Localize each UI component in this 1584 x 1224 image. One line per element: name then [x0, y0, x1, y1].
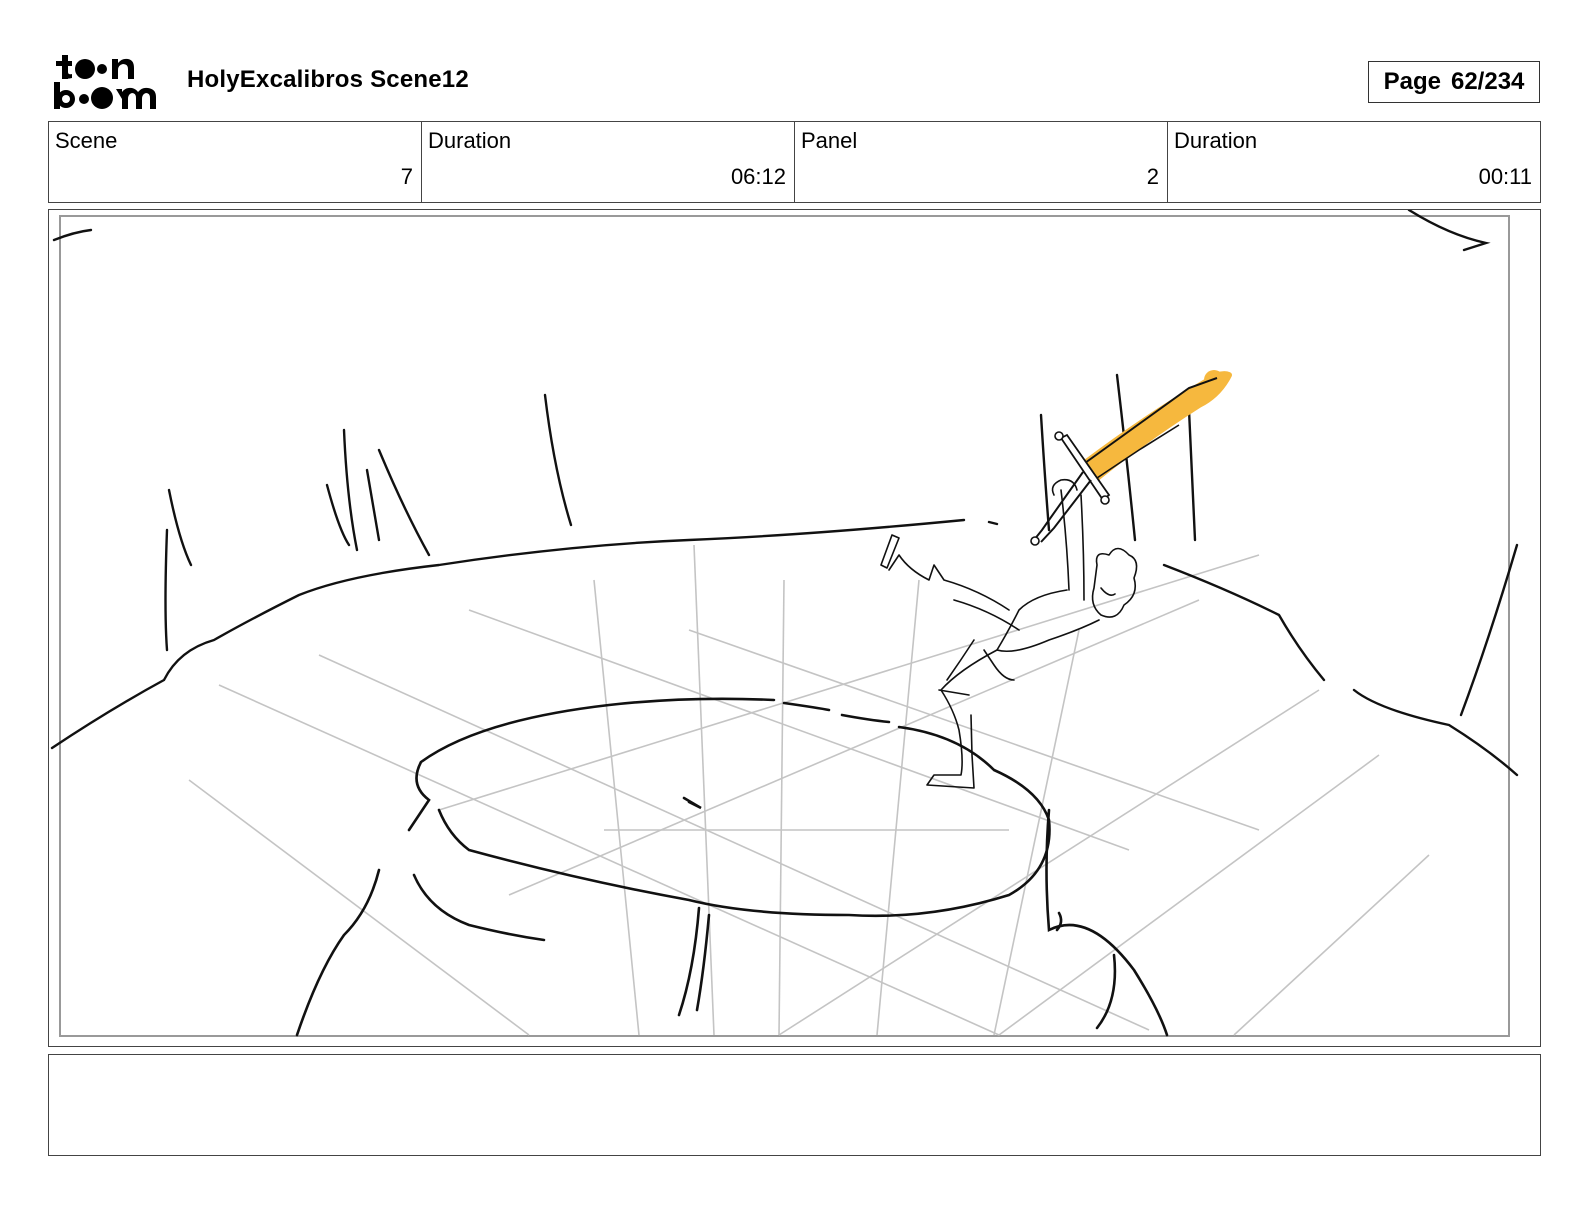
panel-cell: Panel 2 — [794, 122, 1167, 202]
panel-value: 2 — [1146, 164, 1159, 189]
panel-duration-cell: Duration 00:11 — [1167, 122, 1540, 202]
page-label: Page — [1383, 68, 1441, 95]
scene-value: 7 — [400, 164, 413, 189]
scene-duration-cell: Duration 06:12 — [421, 122, 794, 202]
panel-duration-label: Duration — [1174, 128, 1258, 153]
info-table: Scene 7 Duration 06:12 Panel 2 Duration … — [48, 121, 1541, 203]
perspective-guides — [188, 544, 1430, 1036]
background-cliffs — [50, 210, 1519, 777]
page-indicator: Page 62/234 — [1368, 61, 1540, 103]
panel-label: Panel — [801, 128, 858, 153]
panel-notes — [48, 1054, 1541, 1156]
scene-duration-value: 06:12 — [730, 164, 786, 189]
toonboom-logo-mark — [54, 55, 156, 109]
pillar-rock — [295, 697, 1169, 1037]
page-number: 62/234 — [1450, 68, 1525, 95]
storyboard-panel — [48, 209, 1541, 1047]
scene-label: Scene — [55, 128, 118, 153]
panel-sketch — [50, 210, 1519, 1037]
scene-cell: Scene 7 — [49, 122, 421, 202]
scene-duration-label: Duration — [428, 128, 512, 153]
panel-duration-value: 00:11 — [1478, 164, 1532, 189]
document-title: HolyExcalibros Scene12 — [187, 66, 469, 93]
sword — [1030, 370, 1232, 546]
toonboom-logo — [52, 52, 164, 110]
